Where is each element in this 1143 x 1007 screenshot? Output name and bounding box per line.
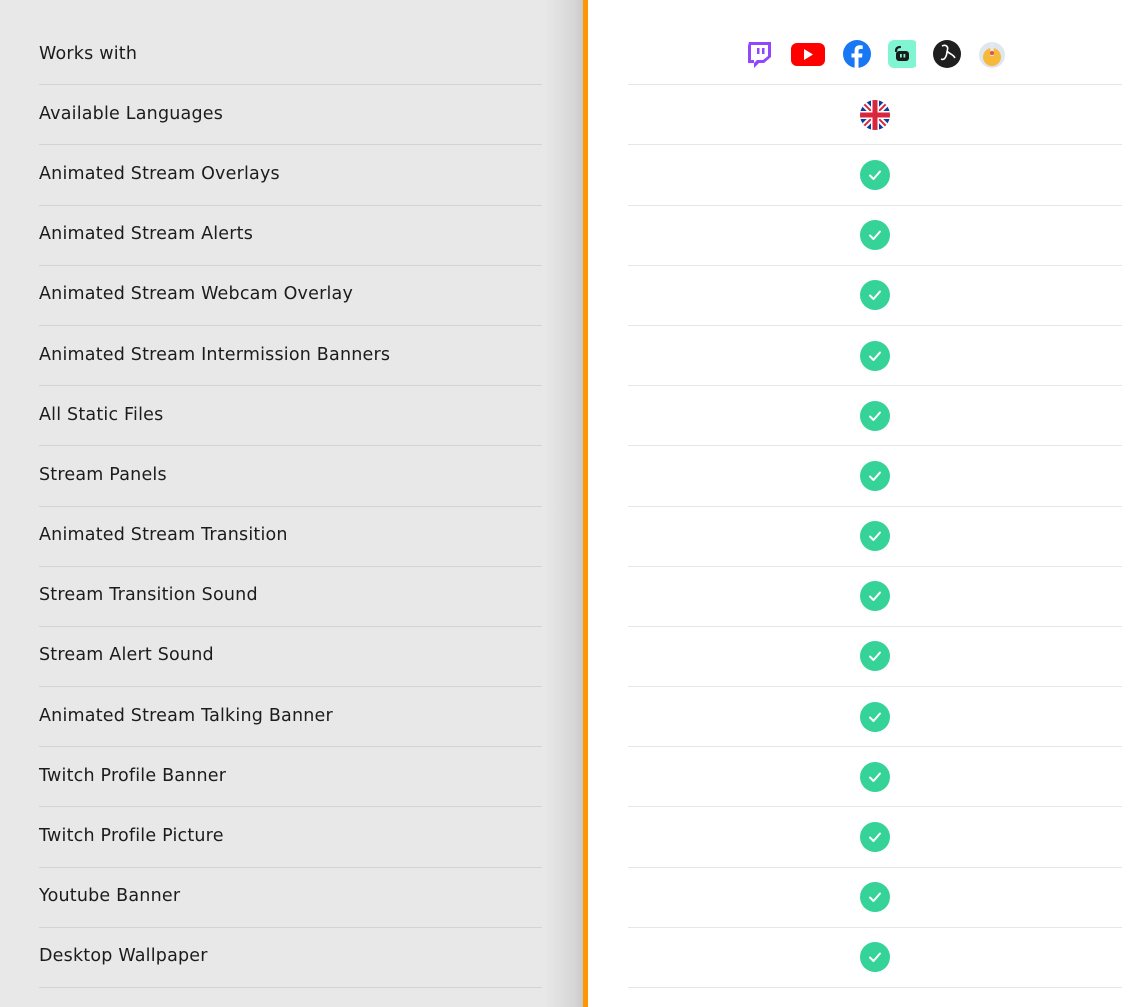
feature-labels: Works with Available Languages Animated St… [39,25,542,988]
feature-row: Animated Stream Talking Banner [39,687,542,748]
check-icon [860,280,890,311]
feature-value-row [628,747,1122,808]
youtube-icon [790,40,826,68]
feature-value-row [628,266,1122,326]
feature-label: Twitch Profile Banner [39,765,227,786]
feature-values [628,25,1122,988]
feature-row: Twitch Profile Banner [39,747,542,808]
platform-icons [745,39,1006,70]
feature-value-row [628,85,1122,146]
feature-row: Animated Stream Webcam Overlay [39,266,542,326]
twitch-icon [745,40,773,68]
feature-row: Desktop Wallpaper [39,928,542,988]
streamelements-icon [978,40,1006,68]
feature-label: Works with [39,43,138,64]
feature-value-row [628,145,1122,206]
check-icon [860,641,890,672]
feature-label: Available Languages [39,103,224,124]
feature-label: Desktop Wallpaper [39,946,208,967]
feature-row: Stream Panels [39,446,542,507]
accent-divider [583,0,588,1007]
feature-value-row [628,627,1122,688]
check-icon [860,701,890,732]
streamlabs-icon [887,39,916,68]
feature-label: Animated Stream Webcam Overlay [39,284,354,305]
feature-label: Animated Stream Alerts [39,224,254,245]
feature-row: Youtube Banner [39,868,542,928]
feature-row: Stream Alert Sound [39,627,542,688]
feature-row: Works with [39,25,542,86]
feature-row: Twitch Profile Picture [39,807,542,868]
feature-label: Stream Alert Sound [39,645,214,666]
feature-value-row [628,326,1122,387]
feature-value-row [628,807,1122,868]
feature-label: Animated Stream Intermission Banners [39,344,391,365]
check-icon [860,159,890,190]
check-icon [860,521,890,552]
feature-value-row [628,507,1122,567]
feature-value-row [628,687,1122,748]
feature-row: Animated Stream Alerts [39,206,542,266]
uk-flag-icon [860,99,890,130]
feature-label: Youtube Banner [39,886,181,907]
feature-label: All Static Files [39,404,164,425]
check-icon [860,942,890,973]
feature-value-row [628,567,1122,627]
check-icon [860,882,890,913]
feature-value-row [628,25,1122,86]
feature-row: Animated Stream Transition [39,507,542,567]
feature-value-row [628,386,1122,447]
feature-row: Animated Stream Intermission Banners [39,326,542,387]
check-icon [860,822,890,853]
feature-label: Animated Stream Overlays [39,163,280,184]
feature-value-row [628,928,1122,988]
feature-row: Available Languages [39,85,542,146]
feature-row: All Static Files [39,386,542,447]
feature-label: Stream Transition Sound [39,585,258,606]
feature-label: Twitch Profile Picture [39,826,224,847]
feature-label: Animated Stream Talking Banner [39,705,333,726]
feature-label: Animated Stream Transition [39,525,288,546]
check-icon [860,460,890,491]
feature-value-row [628,206,1122,266]
check-icon [860,340,890,371]
check-icon [860,761,890,792]
feature-value-row [628,446,1122,507]
check-icon [860,400,890,431]
feature-label: Stream Panels [39,464,167,485]
feature-row: Animated Stream Overlays [39,145,542,206]
check-icon [860,220,890,251]
check-icon [860,581,890,612]
feature-value-row [628,868,1122,928]
obs-icon [932,39,961,68]
facebook-icon [842,39,871,68]
feature-row: Stream Transition Sound [39,567,542,627]
